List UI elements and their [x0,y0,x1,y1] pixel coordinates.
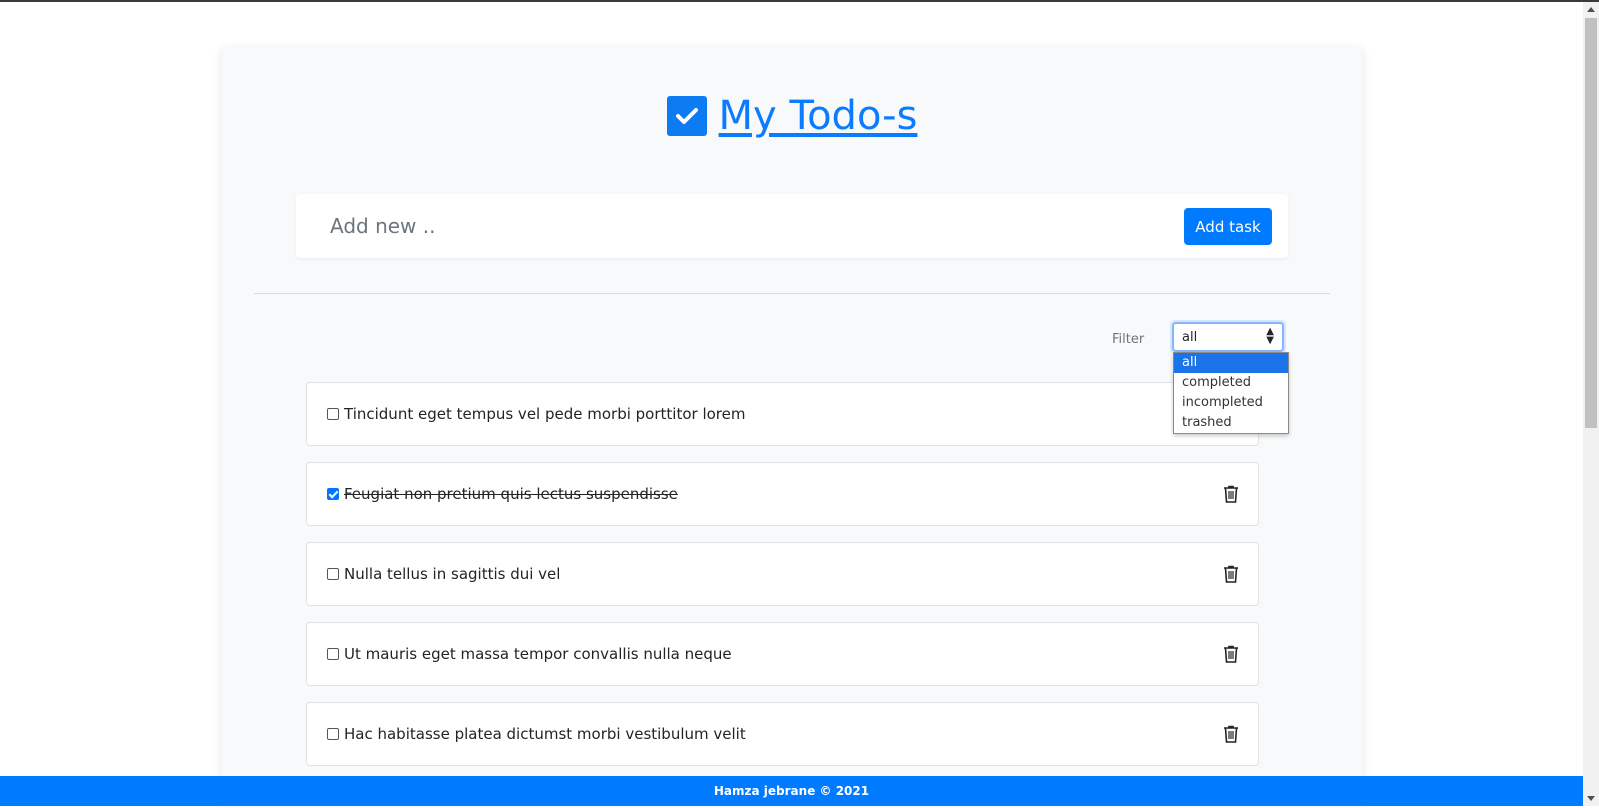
filter-select[interactable]: all ▲ ▼ [1172,322,1284,352]
header: My Todo-s [222,92,1362,140]
footer: Hamza jebrane © 2021 [0,776,1583,806]
todo-item: Nulla tellus in sagittis dui vel [306,542,1259,606]
trash-icon[interactable] [1223,725,1239,743]
todo-item: Hac habitasse platea dictumst morbi vest… [306,702,1259,766]
vertical-scrollbar[interactable] [1583,2,1599,806]
filter-label: Filter [1112,332,1145,347]
todo-checkbox[interactable] [327,648,339,660]
todo-card: My Todo-s Add task Filter all ▲▼ all com… [222,48,1362,808]
todo-checkbox[interactable] [327,408,339,420]
todo-checkbox[interactable] [327,568,339,580]
trash-icon[interactable] [1223,485,1239,503]
todo-item: Ut mauris eget massa tempor convallis nu… [306,622,1259,686]
filter-option-all[interactable]: all [1174,353,1288,373]
todo-checkbox[interactable] [327,728,339,740]
trash-icon[interactable] [1223,565,1239,583]
window-top-border [0,0,1599,2]
check-square-icon [666,96,707,136]
todo-text: Tincidunt eget tempus vel pede morbi por… [344,405,746,423]
scroll-up-icon[interactable] [1587,7,1595,12]
filter-option-completed[interactable]: completed [1174,373,1288,393]
todo-text: Hac habitasse platea dictumst morbi vest… [344,725,746,743]
todo-text: Feugiat non pretium quis lectus suspendi… [344,485,678,503]
scroll-down-icon[interactable] [1587,796,1595,801]
todo-checkbox[interactable] [327,488,339,500]
add-task-form: Add task [296,194,1288,258]
filter-option-trashed[interactable]: trashed [1174,413,1288,433]
todo-item: Tincidunt eget tempus vel pede morbi por… [306,382,1259,446]
trash-icon[interactable] [1223,645,1239,663]
filter-option-incompleted[interactable]: incompleted [1174,393,1288,413]
todo-text: Ut mauris eget massa tempor convallis nu… [344,645,732,663]
scroll-thumb[interactable] [1585,18,1597,428]
filter-dropdown: all completed incompleted trashed [1173,352,1289,434]
add-task-input[interactable] [316,206,1164,246]
filter-selected-value: all [1182,330,1198,345]
add-task-button[interactable]: Add task [1184,208,1272,245]
divider [254,293,1330,294]
todo-item: Feugiat non pretium quis lectus suspendi… [306,462,1259,526]
sort-arrows-icon: ▲ ▼ [1266,326,1274,346]
todo-text: Nulla tellus in sagittis dui vel [344,565,561,583]
page-title-link[interactable]: My Todo-s [719,92,918,140]
